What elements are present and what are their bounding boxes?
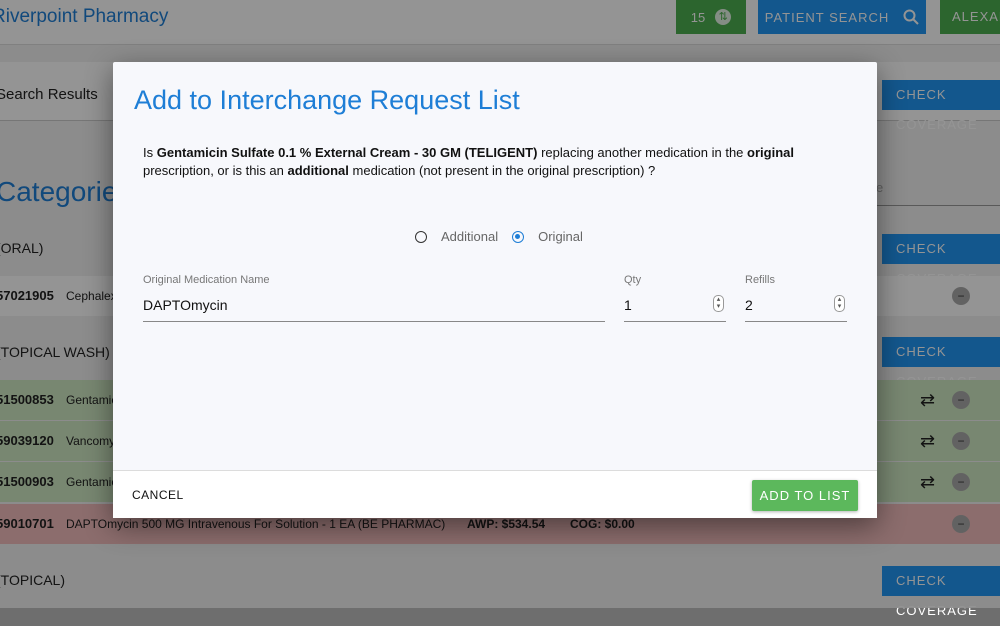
replacement-type-radio-group: Additional Original [415, 229, 597, 244]
question-text: prescription, or is this an [143, 163, 288, 178]
question-text: medication (not present in the original … [348, 163, 656, 178]
interchange-dialog: Add to Interchange Request List Is Genta… [113, 62, 877, 518]
dialog-question: Is Gentamicin Sulfate 0.1 % External Cre… [143, 144, 843, 180]
question-drug-name: Gentamicin Sulfate 0.1 % External Cream … [156, 145, 538, 160]
qty-input[interactable]: 1 ▴ ▾ [624, 295, 726, 322]
refills-stepper-icon[interactable]: ▴ ▾ [834, 295, 845, 312]
dialog-footer: CANCEL ADD TO LIST [113, 470, 877, 518]
radio-original[interactable] [512, 230, 525, 243]
qty-value: 1 [624, 297, 632, 313]
radio-additional[interactable] [415, 230, 427, 243]
question-text: Is [143, 145, 157, 160]
refills-field: Refills 2 ▴ ▾ [745, 274, 847, 322]
qty-field: Qty 1 ▴ ▾ [624, 274, 726, 322]
original-medication-field: Original Medication Name DAPTOmycin [143, 274, 605, 322]
original-medication-label: Original Medication Name [143, 274, 270, 286]
qty-stepper-icon[interactable]: ▴ ▾ [713, 295, 724, 312]
dialog-title: Add to Interchange Request List [134, 85, 520, 115]
cancel-button[interactable]: CANCEL [132, 488, 184, 502]
question-additional-word: additional [287, 163, 349, 178]
add-to-list-button[interactable]: ADD TO LIST [752, 480, 858, 511]
question-text: replacing another medication in the [537, 145, 748, 160]
refills-label: Refills [745, 274, 775, 286]
radio-additional-label[interactable]: Additional [441, 229, 498, 244]
refills-value: 2 [745, 297, 753, 313]
radio-original-label[interactable]: Original [538, 229, 583, 244]
original-medication-input[interactable]: DAPTOmycin [143, 297, 605, 322]
refills-input[interactable]: 2 ▴ ▾ [745, 295, 847, 322]
qty-label: Qty [624, 274, 642, 286]
question-original-word: original [747, 145, 794, 160]
